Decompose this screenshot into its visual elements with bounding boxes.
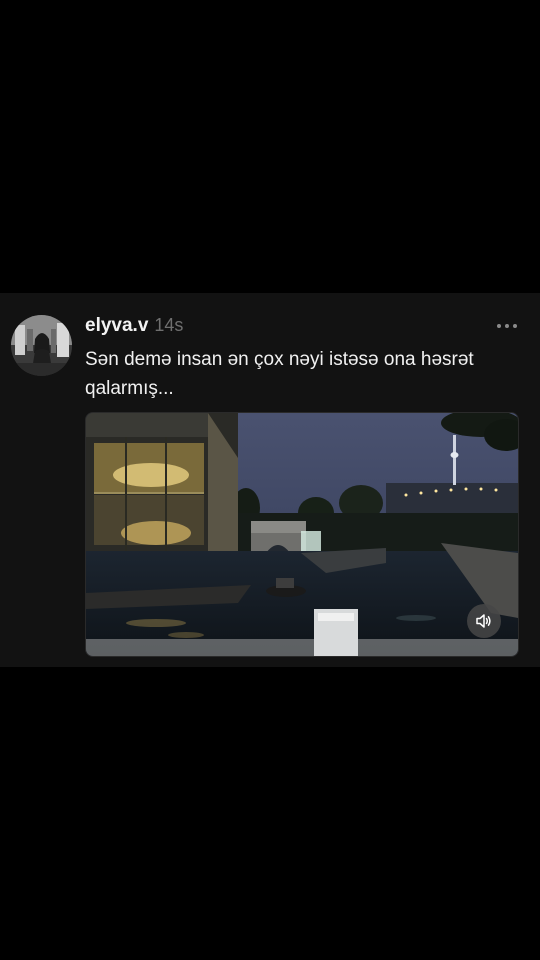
avatar-image xyxy=(11,315,72,376)
screen: elyva.v 14s Sən demə insan ən çox nəyi i… xyxy=(0,0,540,960)
post-text: Sən demə insan ən çox nəyi istəsə ona hə… xyxy=(85,349,474,399)
more-options-button[interactable] xyxy=(490,319,524,333)
post-header: elyva.v 14s xyxy=(85,315,183,339)
video-frame xyxy=(86,413,518,656)
avatar[interactable] xyxy=(11,315,72,376)
username[interactable]: elyva.v xyxy=(85,315,148,337)
more-horizontal-icon xyxy=(513,324,517,328)
speaker-icon xyxy=(476,614,491,628)
more-horizontal-icon xyxy=(497,324,501,328)
post-card[interactable]: elyva.v 14s Sən demə insan ən çox nəyi i… xyxy=(0,293,540,667)
post-video[interactable] xyxy=(85,412,519,657)
mute-toggle-button[interactable] xyxy=(467,604,501,638)
timestamp: 14s xyxy=(154,315,184,335)
more-horizontal-icon xyxy=(505,324,509,328)
